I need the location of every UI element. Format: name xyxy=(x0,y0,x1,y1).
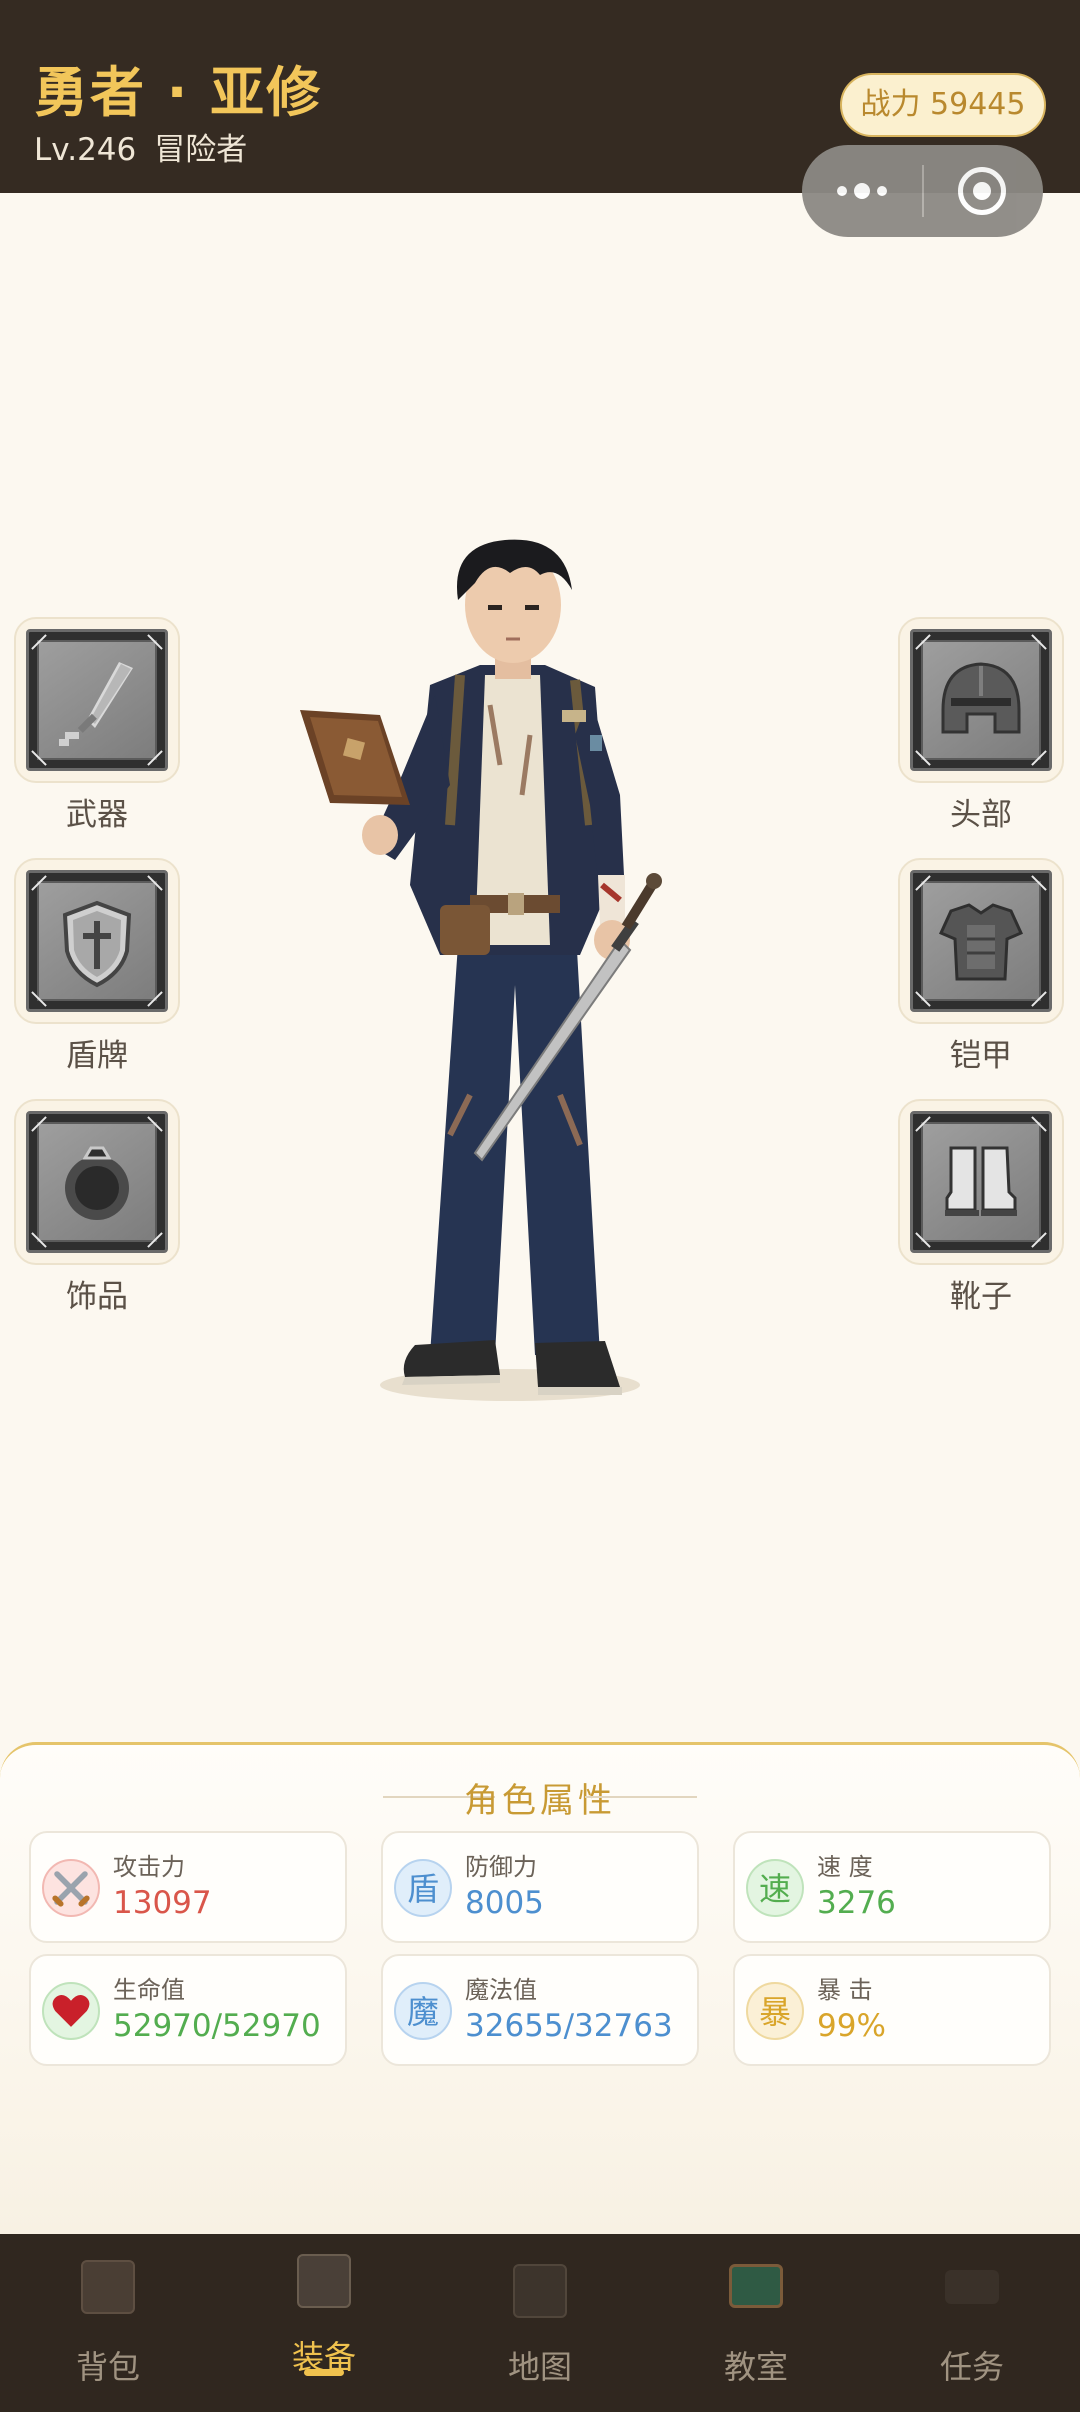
stat-label: 生命值 xyxy=(113,1976,185,2004)
stat-label: 魔法值 xyxy=(465,1976,537,2004)
slot-frame xyxy=(26,1111,168,1253)
dot-icon xyxy=(837,186,847,196)
stat-card-mp: 魔 魔法值 32655/32763 xyxy=(381,1954,699,2066)
nav-item-classroom[interactable]: 教室 xyxy=(648,2234,864,2412)
equipment-slot-accessory[interactable] xyxy=(14,1099,180,1265)
nav-item-map[interactable]: 地图 xyxy=(432,2234,648,2412)
equipment-slot-shield[interactable] xyxy=(14,858,180,1024)
equipment-slot-armor[interactable] xyxy=(898,858,1064,1024)
stat-value: 52970/52970 xyxy=(113,2008,321,2044)
dot-icon xyxy=(854,183,870,199)
stat-label: 攻击力 xyxy=(113,1853,185,1881)
stat-label: 防御力 xyxy=(465,1853,537,1881)
attributes-title: 角色属性 xyxy=(464,1781,616,1821)
slot-frame xyxy=(26,870,168,1012)
armor-icon xyxy=(939,903,1023,981)
nav-label: 地图 xyxy=(507,2348,572,2386)
nav-label: 任务 xyxy=(939,2348,1004,2386)
defense-icon: 盾 xyxy=(394,1859,452,1917)
stat-value: 3276 xyxy=(817,1885,896,1921)
slot-label-armor: 铠甲 xyxy=(950,1038,1012,1074)
hero-name: 勇者 · 亚修 xyxy=(34,61,323,124)
active-tab-indicator xyxy=(304,2369,344,2376)
more-options-button[interactable] xyxy=(802,145,922,237)
equipment-slot-boots[interactable] xyxy=(898,1099,1064,1265)
hero-character-illustration xyxy=(300,539,662,1401)
crit-icon: 暴 xyxy=(746,1982,804,2040)
helmet-icon xyxy=(941,662,1021,734)
nav-label: 教室 xyxy=(723,2348,788,2386)
stat-value: 13097 xyxy=(113,1885,212,1921)
stat-card-hp: 生命值 52970/52970 xyxy=(29,1954,347,2066)
stat-value: 32655/32763 xyxy=(465,2008,673,2044)
slot-frame xyxy=(26,629,168,771)
character-attributes-panel: 角色属性 攻击力 13097 盾 防御力 8005 速 速 度 3276 生命值… xyxy=(0,1742,1080,2234)
title-divider-right xyxy=(585,1796,697,1798)
stat-label: 暴 击 xyxy=(817,1976,873,2004)
speed-icon: 速 xyxy=(746,1859,804,1917)
hero-role: 冒险者 xyxy=(154,132,248,168)
chalkboard-icon xyxy=(729,2264,783,2308)
nav-label: 背包 xyxy=(75,2348,140,2386)
slot-frame xyxy=(910,1111,1052,1253)
sword-icon xyxy=(59,662,133,746)
slot-label-weapon: 武器 xyxy=(66,797,128,833)
slot-frame xyxy=(910,870,1052,1012)
slot-label-accessory: 饰品 xyxy=(66,1279,128,1315)
nav-item-tasks[interactable]: 任务 xyxy=(864,2234,1080,2412)
stat-card-speed: 速 速 度 3276 xyxy=(733,1831,1051,1943)
combat-power-badge[interactable]: 战力 59445 xyxy=(840,73,1046,137)
slot-label-boots: 靴子 xyxy=(950,1279,1012,1315)
stat-card-defense: 盾 防御力 8005 xyxy=(381,1831,699,1943)
backpack-icon xyxy=(81,2260,135,2314)
hero-level: Lv.246 xyxy=(34,132,137,168)
miniprogram-capsule xyxy=(802,145,1043,237)
dot-icon xyxy=(877,186,887,196)
boots-icon xyxy=(945,1146,1017,1216)
crossed-swords-icon xyxy=(42,1859,100,1917)
capsule-divider xyxy=(922,165,924,217)
bottom-navigation: 背包 装备 地图 教室 任务 xyxy=(0,2234,1080,2412)
slot-label-shield: 盾牌 xyxy=(66,1038,128,1074)
stat-label: 速 度 xyxy=(817,1853,873,1881)
nav-item-equipment[interactable]: 装备 xyxy=(216,2234,432,2412)
heart-icon xyxy=(42,1982,100,2040)
slot-frame xyxy=(910,629,1052,771)
magic-icon: 魔 xyxy=(394,1982,452,2040)
close-miniprogram-button[interactable] xyxy=(958,167,1006,215)
stat-card-crit: 暴 暴 击 99% xyxy=(733,1954,1051,2066)
stat-value: 99% xyxy=(817,2008,886,2044)
ring-icon xyxy=(65,1146,129,1220)
nav-item-backpack[interactable]: 背包 xyxy=(0,2234,216,2412)
equipment-slot-weapon[interactable] xyxy=(14,617,180,783)
stat-value: 8005 xyxy=(465,1885,544,1921)
equipment-slot-head[interactable] xyxy=(898,617,1064,783)
stat-card-attack: 攻击力 13097 xyxy=(29,1831,347,1943)
slot-label-head: 头部 xyxy=(950,797,1012,833)
shield-icon xyxy=(62,900,132,988)
map-icon xyxy=(513,2264,567,2318)
tasks-icon xyxy=(945,2270,999,2304)
hero-subtitle: Lv.246 冒险者 xyxy=(34,124,265,169)
equipment-icon xyxy=(297,2254,351,2308)
